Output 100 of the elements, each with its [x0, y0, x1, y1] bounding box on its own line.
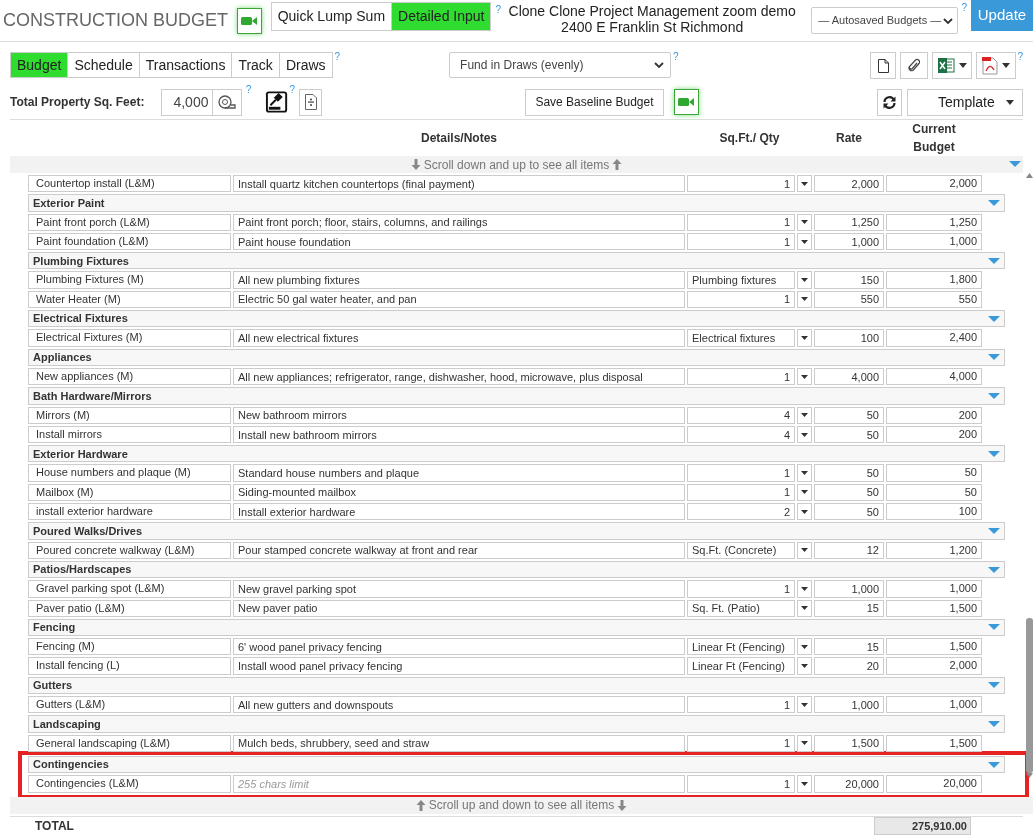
collapse-icon[interactable] [988, 315, 1000, 322]
rate-field[interactable]: 1,000 [814, 696, 884, 714]
details-field[interactable]: Install exterior hardware [233, 503, 685, 521]
quantity-field[interactable]: 1 [687, 175, 795, 193]
quantity-field[interactable]: 1 [687, 213, 795, 231]
details-field[interactable]: Install wood panel privacy fencing [233, 657, 685, 675]
rate-field[interactable]: 50 [814, 503, 884, 521]
video-button[interactable] [237, 7, 262, 34]
unit-dropdown-button[interactable] [797, 696, 812, 714]
details-field[interactable]: Standard house numbers and plaque [233, 464, 685, 482]
tape-measure-button[interactable] [212, 88, 242, 116]
rate-field[interactable]: 20,000 [814, 775, 884, 793]
quantity-field[interactable]: Sq.Ft. (Concrete) [687, 541, 795, 559]
unit-dropdown-button[interactable] [797, 329, 812, 347]
unit-dropdown-button[interactable] [797, 599, 812, 617]
details-field[interactable]: All new electrical fixtures [233, 329, 685, 347]
quantity-field[interactable]: 1 [687, 775, 795, 793]
tab[interactable]: Draws [278, 52, 333, 78]
rate-field[interactable]: 1,500 [814, 734, 884, 752]
mode-button[interactable]: Detailed Input [391, 2, 492, 31]
quantity-field[interactable]: 1 [687, 290, 795, 309]
unit-dropdown-button[interactable] [797, 406, 812, 424]
template-button[interactable]: Template [907, 88, 1023, 116]
unit-dropdown-button[interactable] [797, 580, 812, 598]
category-row[interactable]: Exterior Paint [28, 194, 1005, 212]
quantity-field[interactable]: Linear Ft (Fencing) [687, 638, 795, 656]
video-button[interactable] [673, 89, 699, 115]
rate-field[interactable]: 1,000 [814, 580, 884, 598]
tab[interactable]: Track [231, 52, 280, 78]
rate-field[interactable]: 100 [814, 329, 884, 347]
sqft-input[interactable]: 4,000 [161, 88, 214, 116]
collapse-icon[interactable] [988, 392, 1000, 399]
details-field[interactable]: Mulch beds, shrubbery, seed and straw [233, 734, 685, 752]
unit-dropdown-button[interactable] [797, 175, 812, 193]
unit-dropdown-button[interactable] [797, 638, 812, 656]
category-row[interactable]: Electrical Fixtures [28, 310, 1005, 328]
unit-dropdown-button[interactable] [797, 425, 812, 444]
quantity-field[interactable]: 1 [687, 483, 795, 502]
collapse-icon[interactable] [988, 354, 1000, 361]
details-field[interactable]: Install new bathroom mirrors [233, 425, 685, 444]
unit-dropdown-button[interactable] [797, 541, 812, 559]
quantity-field[interactable]: Linear Ft (Fencing) [687, 657, 795, 675]
quantity-field[interactable]: Plumbing fixtures [687, 271, 795, 289]
collapse-icon[interactable] [988, 257, 1000, 264]
unit-dropdown-button[interactable] [797, 464, 812, 482]
rate-field[interactable]: 15 [814, 599, 884, 617]
unit-dropdown-button[interactable] [797, 290, 812, 309]
quantity-field[interactable]: 1 [687, 232, 795, 251]
save-baseline-button[interactable]: Save Baseline Budget [525, 88, 664, 116]
details-field[interactable]: Pour stamped concrete walkway at front and rear [233, 541, 685, 559]
category-row[interactable]: Bath Hardware/Mirrors [28, 387, 1005, 405]
rate-field[interactable]: 20 [814, 657, 884, 675]
scrollbar-thumb[interactable] [1025, 618, 1033, 773]
funding-select[interactable]: Fund in Draws (evenly) [449, 52, 671, 78]
quantity-field[interactable]: 1 [687, 367, 795, 386]
quantity-field[interactable]: 2 [687, 503, 795, 521]
quantity-field[interactable]: 1 [687, 580, 795, 598]
category-row[interactable]: Patios/Hardscapes [28, 560, 1005, 579]
category-row[interactable]: Exterior Hardware [28, 445, 1005, 463]
unit-dropdown-button[interactable] [797, 775, 812, 793]
details-field[interactable]: All new appliances; refrigerator, range, dishwasher, hood, microwave, plus disposal [233, 367, 685, 386]
collapse-icon[interactable] [988, 720, 1000, 727]
mode-button[interactable]: Quick Lump Sum [270, 2, 393, 31]
rate-field[interactable]: 15 [814, 638, 884, 656]
tab[interactable]: Budget [10, 52, 69, 78]
rate-field[interactable]: 150 [814, 271, 884, 289]
unit-dropdown-button[interactable] [797, 657, 812, 675]
quantity-field[interactable]: Electrical fixtures [687, 329, 795, 347]
pdf-export-button[interactable] [976, 52, 1017, 79]
refresh-button[interactable] [876, 88, 902, 116]
collapse-icon[interactable] [988, 624, 1000, 631]
unit-dropdown-button[interactable] [797, 483, 812, 502]
rate-field[interactable]: 50 [814, 464, 884, 482]
details-field[interactable]: All new plumbing fixtures [233, 271, 685, 289]
details-field[interactable]: Paint house foundation [233, 232, 685, 251]
rate-field[interactable]: 1,250 [814, 213, 884, 231]
collapse-icon[interactable] [988, 761, 1000, 768]
collapse-icon[interactable] [988, 566, 1000, 573]
rate-field[interactable]: 2,000 [814, 175, 884, 193]
quantity-field[interactable]: 4 [687, 406, 795, 424]
rate-field[interactable]: 50 [814, 425, 884, 444]
quantity-field[interactable]: Sq. Ft. (Patio) [687, 599, 795, 617]
scroll-up-icon[interactable] [1025, 173, 1033, 178]
collapse-icon[interactable] [988, 450, 1000, 457]
excel-export-button[interactable] [932, 52, 973, 79]
rate-field[interactable]: 550 [814, 290, 884, 309]
collapse-icon[interactable] [988, 199, 1000, 206]
details-field[interactable]: 6' wood panel privacy fencing [233, 638, 685, 656]
category-row[interactable]: Contingencies [28, 755, 1005, 774]
calculator-button[interactable] [298, 88, 323, 116]
category-row[interactable]: Appliances [28, 348, 1005, 366]
details-field[interactable]: New gravel parking spot [233, 580, 685, 598]
details-field[interactable]: New bathroom mirrors [233, 406, 685, 424]
attach-button[interactable] [900, 52, 929, 79]
rate-field[interactable]: 50 [814, 483, 884, 502]
details-field[interactable]: Siding-mounted mailbox [233, 483, 685, 502]
collapse-icon[interactable] [988, 682, 1000, 689]
details-field[interactable]: Install quartz kitchen countertops (final payment) [233, 175, 685, 193]
category-row[interactable]: Landscaping [28, 715, 1005, 733]
unit-dropdown-button[interactable] [797, 503, 812, 521]
